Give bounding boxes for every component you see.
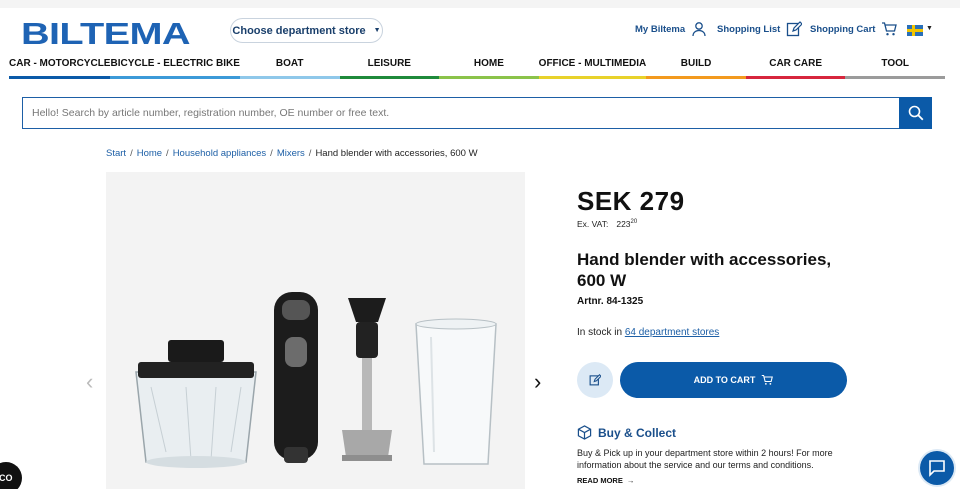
nav-item-boat[interactable]: BOAT	[239, 53, 340, 79]
price-ex-vat: Ex. VAT: 22320	[577, 219, 637, 229]
ex-vat-value: 22320	[616, 219, 637, 229]
cart-icon	[882, 22, 898, 36]
measuring-beaker-image	[415, 318, 497, 465]
category-nav: CAR - MOTORCYCLE BICYCLE - ELECTRIC BIKE B…	[9, 53, 945, 79]
box-icon	[577, 425, 592, 440]
breadcrumb-mixers[interactable]: Mixers	[277, 148, 305, 159]
buy-collect-title: Buy & Collect	[598, 425, 677, 440]
arrow-right-icon: →	[626, 476, 635, 485]
breadcrumb-start[interactable]: Start	[106, 148, 126, 159]
my-biltema-link[interactable]: My Biltema	[635, 21, 707, 37]
nav-item-office-multimedia[interactable]: OFFICE - MULTIMEDIA	[538, 53, 647, 79]
motor-unit-image	[274, 292, 318, 463]
sweden-flag-icon[interactable]	[907, 25, 923, 36]
choose-store-button[interactable]: Choose department store ▼	[230, 18, 383, 43]
top-strip	[0, 0, 960, 8]
chevron-down-icon: ▼	[373, 27, 381, 34]
co-badge-label: CO	[0, 473, 13, 483]
breadcrumb-separator: /	[166, 148, 169, 159]
search-button[interactable]	[899, 97, 932, 129]
biltema-logo[interactable]: BILTEMA	[21, 16, 191, 52]
blender-shaft-image	[342, 298, 392, 461]
read-more-label: READ MORE	[577, 476, 623, 485]
product-title: Hand blender with accessories, 600 W	[577, 250, 832, 290]
stock-status: In stock in 64 department stores	[577, 327, 719, 338]
stock-prefix: In stock in	[577, 327, 625, 338]
ex-vat-decimals: 20	[630, 219, 638, 226]
nav-item-tool[interactable]: TOOL	[845, 53, 945, 79]
nav-item-leisure[interactable]: LEISURE	[339, 53, 440, 79]
nav-item-home[interactable]: HOME	[439, 53, 539, 79]
breadcrumb-current: Hand blender with accessories, 600 W	[315, 148, 478, 159]
add-to-list-button[interactable]	[577, 362, 613, 398]
breadcrumb-separator: /	[308, 148, 312, 159]
shopping-cart-label: Shopping Cart	[810, 23, 876, 35]
previous-image-arrow[interactable]: ‹	[86, 371, 93, 393]
shopping-list-label: Shopping List	[717, 23, 781, 35]
ex-vat-amount: 223	[616, 219, 631, 229]
nav-item-car-motorcycle[interactable]: CAR - MOTORCYCLE	[9, 53, 111, 79]
nav-item-build[interactable]: BUILD	[646, 53, 746, 79]
cart-icon	[762, 374, 774, 385]
my-biltema-label: My Biltema	[635, 23, 686, 35]
edit-list-icon	[589, 374, 601, 386]
product-image	[135, 292, 497, 468]
breadcrumb-home[interactable]: Home	[137, 148, 162, 159]
breadcrumb-separator: /	[130, 148, 133, 159]
product-image-gallery	[106, 172, 525, 489]
add-to-cart-button[interactable]: ADD TO CART	[620, 362, 847, 398]
breadcrumb: Start / Home / Household appliances / Mixer…	[106, 148, 478, 159]
read-more-link[interactable]: READ MORE →	[577, 476, 634, 485]
chat-icon	[929, 460, 945, 477]
store-button-label: Choose department store	[232, 24, 366, 37]
nav-item-bicycle-electric-bike[interactable]: BICYCLE - ELECTRIC BIKE	[110, 53, 240, 79]
user-icon	[692, 22, 706, 37]
search-icon	[908, 105, 923, 121]
article-number: Artnr. 84-1325	[577, 296, 644, 307]
search-input[interactable]	[22, 97, 899, 129]
chat-button[interactable]	[920, 451, 954, 485]
nav-item-car-care[interactable]: CAR CARE	[745, 53, 846, 79]
shopping-cart-link[interactable]: Shopping Cart	[810, 21, 898, 37]
ex-vat-label: Ex. VAT:	[577, 219, 609, 229]
product-price: SEK 279	[577, 186, 685, 216]
breadcrumb-household-appliances[interactable]: Household appliances	[173, 148, 266, 159]
edit-list-icon	[787, 21, 803, 37]
next-image-arrow[interactable]: ›	[534, 371, 541, 393]
shopping-list-link[interactable]: Shopping List	[717, 21, 803, 37]
department-stores-link[interactable]: 64 department stores	[625, 327, 720, 338]
breadcrumb-separator: /	[270, 148, 273, 159]
co-badge[interactable]: CO	[0, 462, 22, 489]
buy-collect-heading: Buy & Collect	[577, 425, 676, 440]
search-bar	[22, 97, 932, 129]
chopper-bowl-image	[135, 340, 257, 468]
add-to-cart-label: ADD TO CART	[693, 375, 756, 385]
buy-collect-description: Buy & Pick up in your department store w…	[577, 448, 833, 470]
chevron-down-icon[interactable]: ▼	[926, 25, 933, 32]
